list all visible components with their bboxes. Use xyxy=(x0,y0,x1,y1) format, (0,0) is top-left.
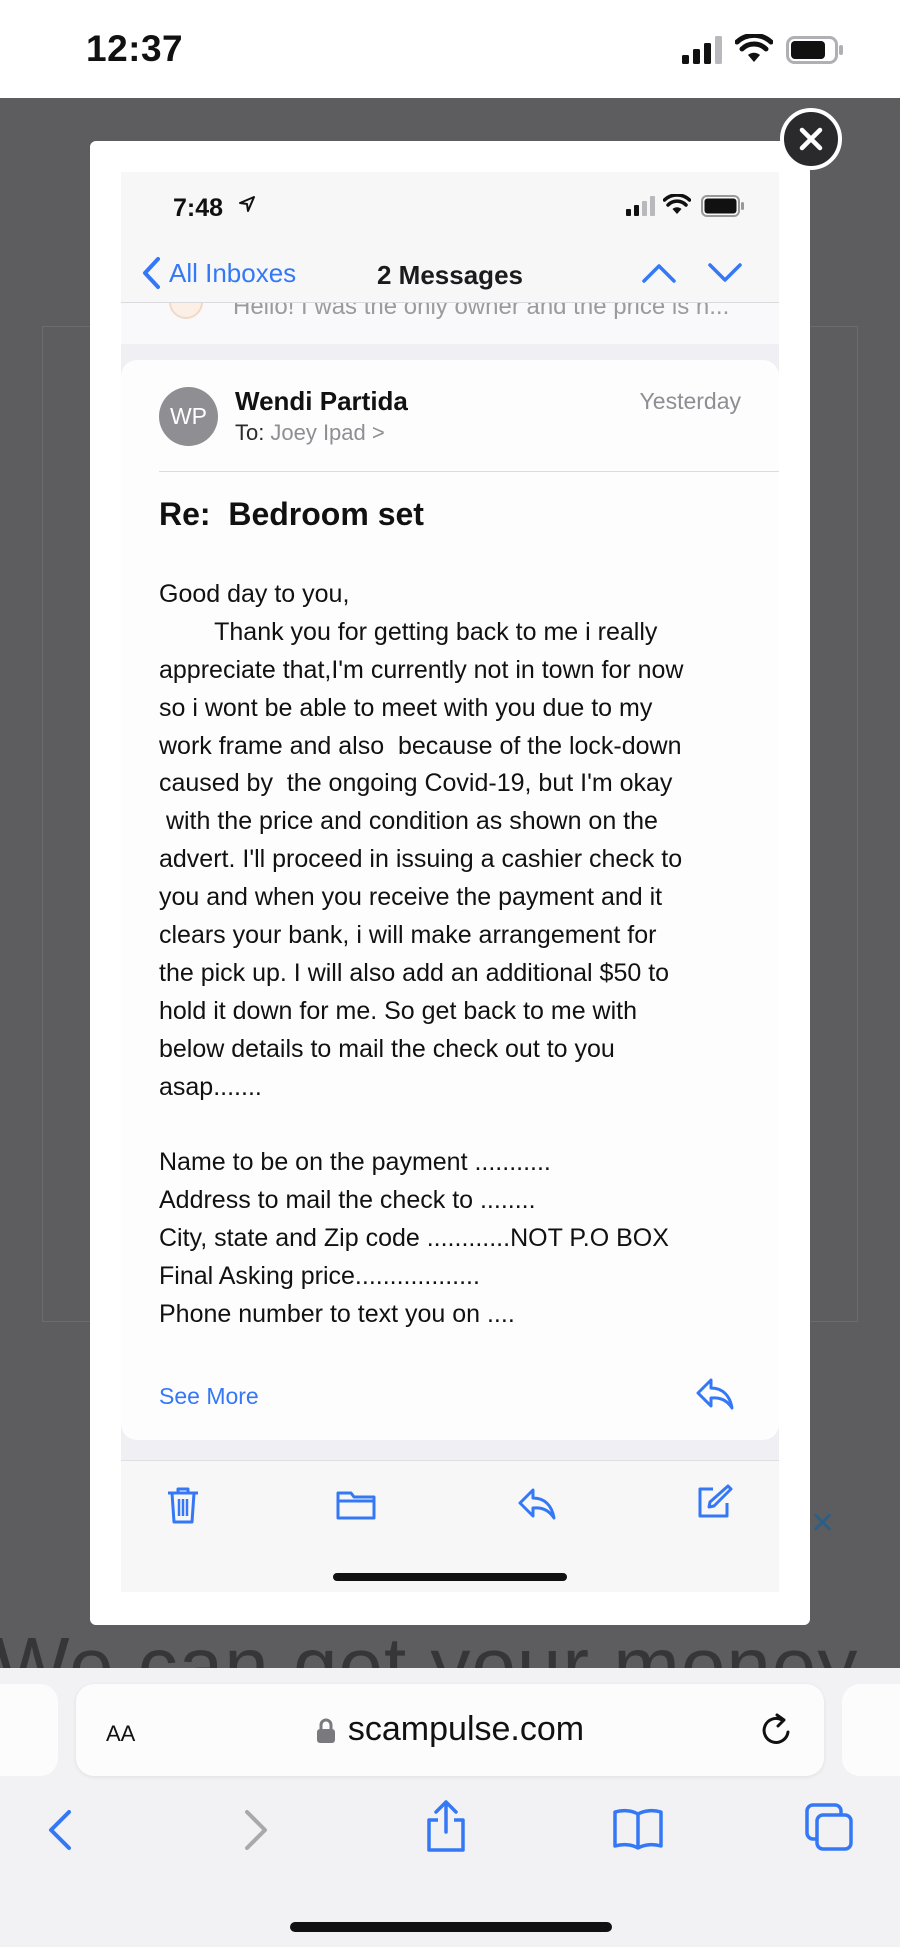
body-line: hold it down for me. So get back to me w… xyxy=(159,996,638,1025)
message-subject: Re: Bedroom set xyxy=(159,496,424,532)
body-line: the pick up. I will also add an addition… xyxy=(159,958,670,987)
url-text: scampulse.com xyxy=(347,1710,585,1748)
recipient-name: Joey Ipad > xyxy=(270,420,385,445)
ad-close-icon[interactable]: ✕ xyxy=(810,1506,835,1541)
previous-message-icon[interactable] xyxy=(641,262,677,284)
mail-status-bar: 7:48 xyxy=(121,172,779,246)
body-line: with the price and condition as shown on… xyxy=(159,807,658,836)
tabs-icon[interactable] xyxy=(804,1802,854,1852)
body-line: appreciate that,I'm currently not in tow… xyxy=(159,655,684,684)
cellular-signal-icon xyxy=(682,36,722,64)
body-line: Thank you for getting back to me i reall… xyxy=(159,617,658,646)
mail-wifi-icon xyxy=(663,194,691,214)
body-line xyxy=(159,1106,759,1144)
home-indicator xyxy=(290,1922,612,1932)
body-line: Phone number to text you on .... xyxy=(159,1299,515,1328)
share-icon[interactable] xyxy=(424,1798,468,1854)
address-bar[interactable]: AA scampulse.com xyxy=(76,1684,824,1776)
lock-icon xyxy=(316,1718,335,1744)
wifi-icon xyxy=(735,34,773,62)
battery-icon xyxy=(786,36,843,64)
close-icon xyxy=(799,127,823,151)
mail-nav-bar: All Inboxes 2 Messages xyxy=(121,246,779,302)
body-line: Address to mail the check to ........ xyxy=(159,1186,536,1215)
status-bar: 12:37 xyxy=(0,0,900,98)
to-label: To: xyxy=(235,420,265,445)
body-line: below details to mail the check out to y… xyxy=(159,1034,615,1063)
mail-toolbar xyxy=(121,1460,779,1592)
body-line: so i wont be able to meet with you due t… xyxy=(159,693,653,722)
url-display[interactable]: scampulse.com xyxy=(76,1710,824,1749)
bookmarks-icon[interactable] xyxy=(612,1806,664,1850)
recipient-line[interactable]: To: Joey Ipad > xyxy=(235,420,385,446)
mail-signal-icon xyxy=(626,196,655,216)
body-line: work frame and also because of the lock-… xyxy=(159,731,682,760)
body-line: advert. I'll proceed in issuing a cashie… xyxy=(159,845,683,874)
trash-icon[interactable] xyxy=(165,1485,201,1525)
message-date: Yesterday xyxy=(639,388,741,414)
background-headline: We can get your money xyxy=(0,1621,859,1668)
see-more-link[interactable]: See More xyxy=(159,1383,259,1410)
email-screenshot: 7:48 All Inboxes 2 Messages Hello! I was… xyxy=(121,172,779,1592)
back-icon[interactable] xyxy=(46,1808,74,1852)
message-body: Good day to you, Thank you for getting b… xyxy=(159,576,759,1334)
body-line: asap....... xyxy=(159,1072,262,1101)
forward-icon[interactable] xyxy=(242,1808,270,1852)
close-lightbox-button[interactable] xyxy=(780,108,842,170)
status-time: 12:37 xyxy=(86,28,184,69)
body-line: Good day to you, xyxy=(159,580,350,608)
safari-bottom-bar: AA scampulse.com xyxy=(0,1668,900,1947)
mail-battery-icon xyxy=(701,195,744,217)
body-line: City, state and Zip code ............NOT… xyxy=(159,1224,669,1253)
reload-icon[interactable] xyxy=(756,1710,796,1750)
previous-message-snippet: Hello! I was the only owner and the pric… xyxy=(233,302,730,320)
next-tab-peek[interactable] xyxy=(842,1684,900,1776)
header-divider xyxy=(159,471,779,472)
reply-icon[interactable] xyxy=(517,1487,557,1521)
body-line: Final Asking price.................. xyxy=(159,1262,480,1291)
home-indicator xyxy=(333,1573,567,1581)
previous-avatar xyxy=(169,303,203,319)
body-line: Name to be on the payment ........... xyxy=(159,1148,551,1177)
reply-icon[interactable] xyxy=(695,1377,735,1411)
message-card: WP Wendi Partida To: Joey Ipad > Yesterda… xyxy=(121,360,779,1440)
location-arrow-icon xyxy=(239,196,255,212)
mail-status-time: 7:48 xyxy=(173,194,224,222)
body-line: caused by the ongoing Covid-19, but I'm … xyxy=(159,769,673,798)
previous-tab-peek[interactable] xyxy=(0,1684,58,1776)
avatar: WP xyxy=(159,387,218,446)
thread-title: 2 Messages xyxy=(377,260,523,290)
folder-icon[interactable] xyxy=(335,1487,377,1521)
compose-icon[interactable] xyxy=(695,1483,733,1521)
previous-message-card[interactable]: Hello! I was the only owner and the pric… xyxy=(121,302,779,344)
next-message-icon[interactable] xyxy=(707,262,743,284)
body-line: you and when you receive the payment and… xyxy=(159,883,663,912)
body-line: clears your bank, i will make arrangemen… xyxy=(159,921,657,950)
sender-name[interactable]: Wendi Partida xyxy=(235,386,408,417)
